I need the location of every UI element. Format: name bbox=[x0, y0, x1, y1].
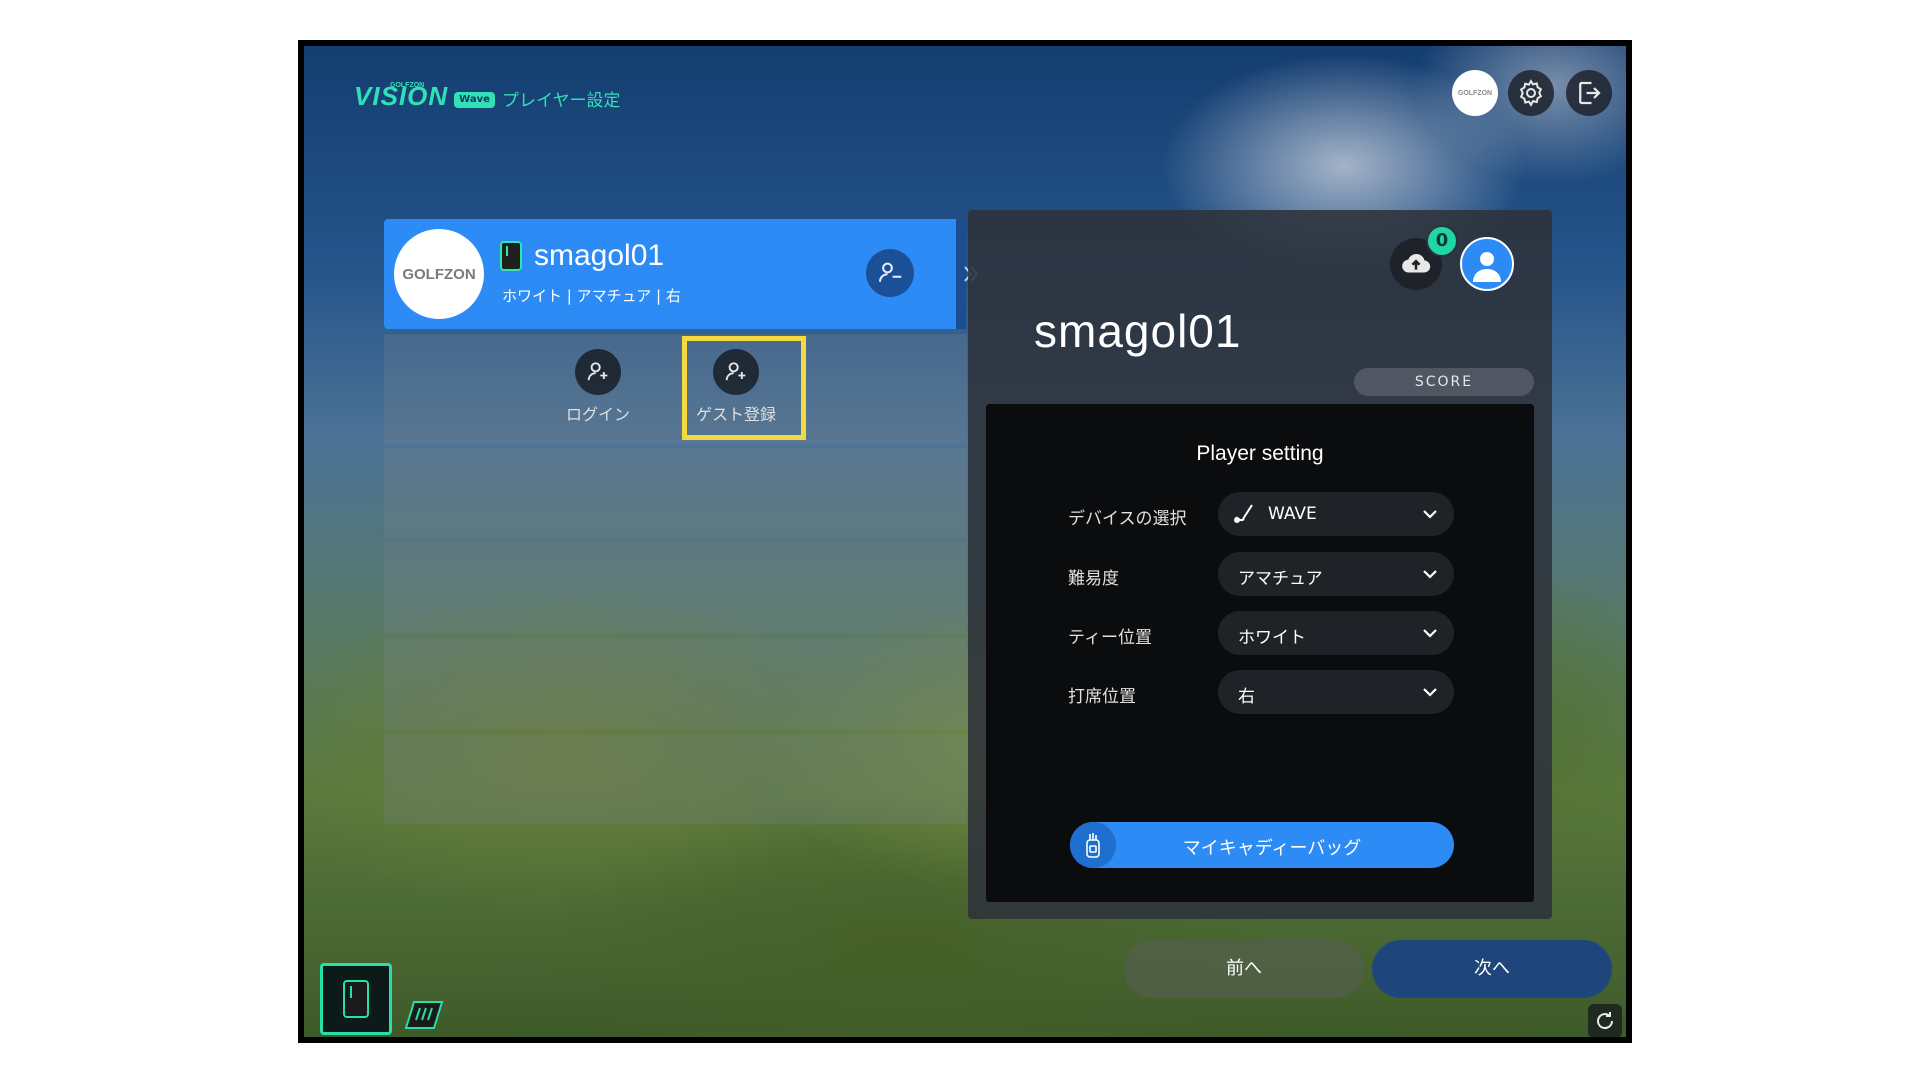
app-screen: GOLFZON VISION Wave プレイヤー設定 GOLFZON GOLF… bbox=[298, 40, 1632, 1043]
gear-icon bbox=[1519, 79, 1543, 107]
previous-button[interactable]: 前へ bbox=[1124, 940, 1364, 998]
selected-player-name: smagol01 bbox=[1034, 305, 1242, 357]
remove-player-button[interactable] bbox=[866, 249, 914, 297]
empty-player-slot[interactable] bbox=[384, 542, 967, 634]
logout-icon bbox=[1579, 81, 1601, 105]
logout-button[interactable] bbox=[1566, 70, 1612, 116]
login-button[interactable]: ログイン bbox=[548, 349, 648, 425]
refresh-icon bbox=[1597, 1012, 1614, 1030]
stance-label: 打席位置 bbox=[1068, 687, 1136, 707]
cloud-upload-icon bbox=[1402, 254, 1431, 273]
golfzon-logo-button[interactable]: GOLFZON bbox=[1452, 70, 1498, 116]
player-card[interactable]: GOLFZON smagol01 ホワイト | アマチュア | 右 bbox=[384, 219, 960, 329]
background: GOLFZON VISION Wave プレイヤー設定 GOLFZON GOLF… bbox=[304, 46, 1626, 1037]
brand-small-text: GOLFZON bbox=[390, 82, 425, 89]
upload-count-badge: 0 bbox=[1426, 225, 1458, 257]
remove-user-icon bbox=[879, 262, 902, 282]
tee-position-label: ティー位置 bbox=[1068, 628, 1152, 648]
settings-title: Player setting bbox=[1196, 442, 1324, 465]
phone-icon bbox=[500, 241, 522, 271]
tee-position-select[interactable]: ホワイト bbox=[1218, 611, 1454, 655]
golfzon-logo-text: GOLFZON bbox=[1457, 89, 1493, 97]
stance-value: 右 bbox=[1238, 687, 1255, 707]
empty-player-slot[interactable] bbox=[384, 734, 967, 824]
add-player-slot: ログイン ゲスト登録 bbox=[384, 334, 967, 444]
chevron-down-icon bbox=[1423, 570, 1437, 579]
device-select[interactable]: WAVE bbox=[1218, 492, 1454, 536]
tee-position-value: ホワイト bbox=[1238, 628, 1306, 648]
chevron-down-icon bbox=[1423, 688, 1437, 697]
chevron-down-icon bbox=[1423, 510, 1437, 519]
settings-button[interactable] bbox=[1508, 70, 1554, 116]
device-mode-phone-button[interactable] bbox=[320, 963, 392, 1035]
player-name: smagol01 bbox=[534, 239, 665, 272]
club-icon bbox=[1234, 504, 1253, 523]
user-icon bbox=[1473, 252, 1501, 282]
device-select-label: デバイスの選択 bbox=[1068, 509, 1187, 529]
difficulty-select[interactable]: アマチュア bbox=[1218, 552, 1454, 596]
avatar: GOLFZON bbox=[394, 229, 484, 319]
next-button[interactable]: 次へ bbox=[1372, 940, 1612, 998]
player-info: ホワイト | アマチュア | 右 bbox=[502, 287, 681, 305]
my-caddie-bag-button[interactable]: マイキャディーバッグ bbox=[1070, 822, 1454, 868]
player-detail-panel: 0 smagol01 SCORE Player setting デバイスの選択 … bbox=[968, 210, 1552, 919]
avatar-text: GOLFZON bbox=[402, 265, 476, 283]
player-settings: Player setting デバイスの選択 WAVE 難易度 アマチュア ティ… bbox=[986, 404, 1534, 902]
brand-name: GOLFZON VISION bbox=[354, 82, 448, 109]
difficulty-value: アマチュア bbox=[1238, 569, 1323, 589]
app-logo: GOLFZON VISION Wave bbox=[354, 82, 495, 109]
phone-device-icon bbox=[343, 980, 369, 1018]
login-icon-circle bbox=[575, 349, 621, 395]
brand-badge: Wave bbox=[454, 92, 495, 108]
difficulty-label: 難易度 bbox=[1068, 569, 1119, 589]
login-label: ログイン bbox=[565, 405, 630, 424]
refresh-button[interactable] bbox=[1588, 1004, 1622, 1037]
my-caddie-bag-label: マイキャディーバッグ bbox=[1182, 838, 1362, 859]
empty-player-slot[interactable] bbox=[384, 638, 967, 730]
add-user-icon bbox=[587, 362, 608, 381]
empty-player-slot[interactable] bbox=[384, 448, 967, 538]
stance-select[interactable]: 右 bbox=[1218, 670, 1454, 714]
device-select-value: WAVE bbox=[1268, 504, 1317, 524]
profile-button[interactable] bbox=[1460, 237, 1514, 291]
score-tab[interactable]: SCORE bbox=[1354, 368, 1534, 396]
guest-register-highlight bbox=[682, 336, 806, 440]
sensor-mat-icon[interactable] bbox=[402, 994, 448, 1034]
chevron-down-icon bbox=[1423, 629, 1437, 638]
page-title: プレイヤー設定 bbox=[502, 91, 621, 111]
